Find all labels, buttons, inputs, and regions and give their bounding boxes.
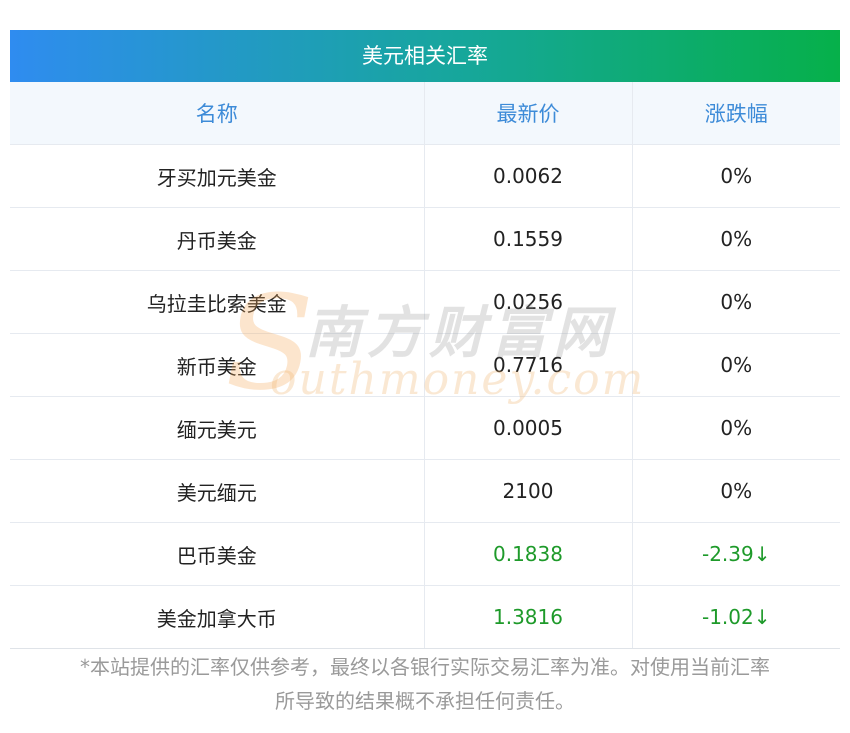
change-percent: -1.02↓ <box>632 585 840 649</box>
disclaimer-line-1: *本站提供的汇率仅供参考，最终以各银行实际交易汇率为准。对使用当前汇率 <box>80 655 770 679</box>
change-percent: -2.39↓ <box>632 522 840 586</box>
currency-name: 乌拉圭比索美金 <box>10 270 425 334</box>
exchange-rate-table: 名称 最新价 涨跌幅 牙买加元美金 0.0062 0% 丹币美金 0.1559 … <box>10 82 840 649</box>
table-row: 美元缅元 2100 0% <box>10 459 840 523</box>
currency-name: 丹币美金 <box>10 207 425 271</box>
column-header-price: 最新价 <box>424 82 633 145</box>
latest-price: 0.7716 <box>424 333 633 397</box>
latest-price: 2100 <box>424 459 633 523</box>
change-percent: 0% <box>632 459 840 523</box>
table-row: 巴币美金 0.1838 -2.39↓ <box>10 522 840 586</box>
column-header-change: 涨跌幅 <box>632 82 840 145</box>
change-percent: 0% <box>632 144 840 208</box>
latest-price: 0.1838 <box>424 522 633 586</box>
change-percent: 0% <box>632 270 840 334</box>
table-row: 乌拉圭比索美金 0.0256 0% <box>10 270 840 334</box>
latest-price: 0.0062 <box>424 144 633 208</box>
currency-name: 美元缅元 <box>10 459 425 523</box>
table-row: 新币美金 0.7716 0% <box>10 333 840 397</box>
currency-name: 美金加拿大币 <box>10 585 425 649</box>
disclaimer-line-2: 所导致的结果概不承担任何责任。 <box>275 689 575 713</box>
currency-name: 牙买加元美金 <box>10 144 425 208</box>
latest-price: 0.0256 <box>424 270 633 334</box>
currency-name: 巴币美金 <box>10 522 425 586</box>
disclaimer-note: *本站提供的汇率仅供参考，最终以各银行实际交易汇率为准。对使用当前汇率 所导致的… <box>0 650 850 718</box>
change-percent: 0% <box>632 333 840 397</box>
change-percent: 0% <box>632 207 840 271</box>
table-title: 美元相关汇率 <box>10 30 840 82</box>
currency-name: 缅元美元 <box>10 396 425 460</box>
currency-name: 新币美金 <box>10 333 425 397</box>
column-header-name: 名称 <box>10 82 425 145</box>
latest-price: 0.1559 <box>424 207 633 271</box>
table-row: 缅元美元 0.0005 0% <box>10 396 840 460</box>
latest-price: 1.3816 <box>424 585 633 649</box>
table-header-row: 名称 最新价 涨跌幅 <box>10 82 840 145</box>
exchange-rate-card: 美元相关汇率 名称 最新价 涨跌幅 牙买加元美金 0.0062 0% 丹币美金 … <box>10 30 840 649</box>
table-row: 丹币美金 0.1559 0% <box>10 207 840 271</box>
table-row: 美金加拿大币 1.3816 -1.02↓ <box>10 585 840 649</box>
latest-price: 0.0005 <box>424 396 633 460</box>
table-row: 牙买加元美金 0.0062 0% <box>10 144 840 208</box>
change-percent: 0% <box>632 396 840 460</box>
